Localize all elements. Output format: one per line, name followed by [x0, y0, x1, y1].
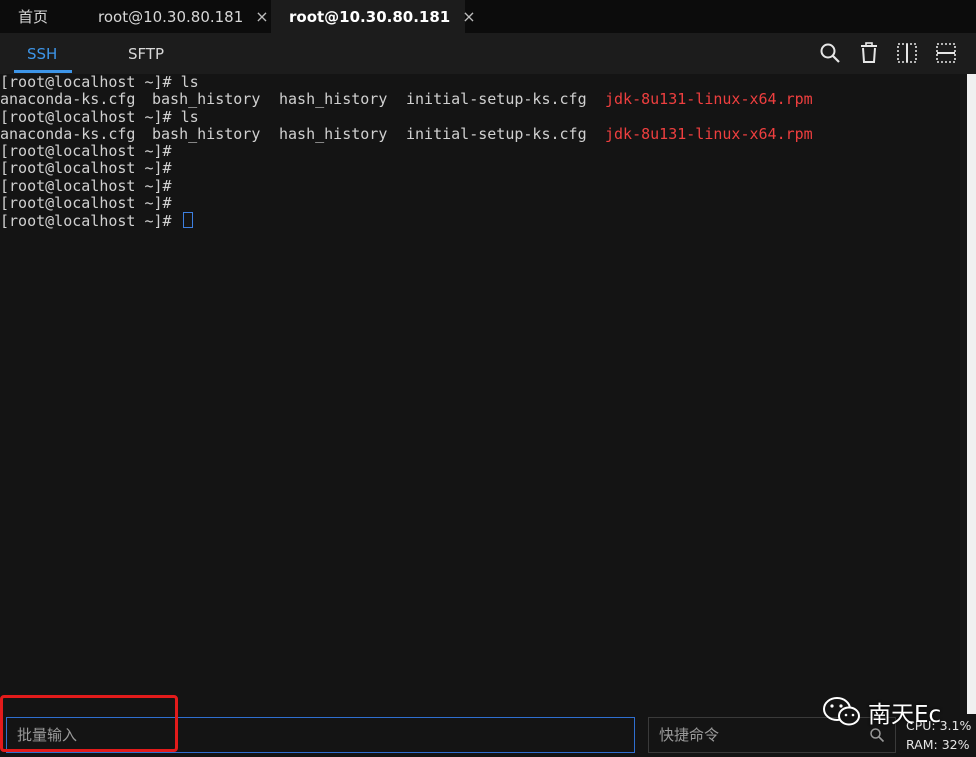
shell-command: ls [180, 107, 199, 126]
file-name: anaconda-ks.cfg [0, 90, 136, 109]
shell-prompt: [root@localhost ~]# [0, 159, 172, 178]
close-icon[interactable]: × [462, 7, 475, 26]
tab-session-1-label: root@10.30.80.181 [98, 7, 244, 26]
terminal-line: [root@localhost ~]# [0, 176, 967, 195]
shell-prompt: [root@localhost ~]# [0, 142, 172, 161]
tab-session-1[interactable]: root@10.30.80.181 × [82, 0, 269, 33]
tab-ssh[interactable]: SSH [27, 45, 57, 63]
ram-usage: RAM: 32% [906, 737, 970, 752]
file-name: jdk-8u131-linux-x64.rpm [605, 90, 813, 109]
split-horizontal-icon[interactable] [934, 41, 958, 65]
terminal-line: [root@localhost ~]# [0, 143, 967, 160]
shell-prompt: [root@localhost ~]# [0, 74, 181, 91]
tab-session-2-label: root@10.30.80.181 [289, 7, 451, 26]
terminal-line: [root@localhost ~]# [0, 160, 967, 177]
search-icon[interactable] [869, 727, 885, 743]
scrollbar[interactable] [967, 74, 976, 714]
trash-icon[interactable] [857, 41, 881, 65]
tab-home[interactable]: 首页 [0, 0, 70, 33]
search-icon[interactable] [818, 41, 842, 65]
active-tab-indicator [14, 70, 72, 73]
tab-home-label: 首页 [18, 8, 49, 26]
shell-prompt: [root@localhost ~]# [0, 212, 181, 231]
terminal-line: anaconda-ks.cfg bash_history hash_history i… [0, 124, 967, 143]
file-name: bash_history [152, 90, 261, 109]
wechat-icon [823, 697, 860, 726]
terminal-cursor [182, 212, 193, 229]
session-toolbar: SSH SFTP [0, 33, 976, 74]
file-name: hash_history [279, 90, 388, 109]
file-name: initial-setup-ks.cfg [406, 124, 587, 143]
watermark: 南天Ec [822, 695, 941, 729]
close-icon[interactable]: × [255, 7, 268, 26]
terminal-line: [root@localhost ~]# ls [0, 107, 967, 126]
file-name: bash_history [152, 124, 261, 143]
file-name: hash_history [279, 124, 388, 143]
shell-command: ls [180, 74, 199, 91]
terminal-line: [root@localhost ~]# ls [0, 74, 967, 91]
file-name: initial-setup-ks.cfg [406, 90, 587, 109]
batch-input-box [6, 717, 635, 753]
tab-session-2-active[interactable]: root@10.30.80.181 × [271, 0, 476, 33]
terminal-line: anaconda-ks.cfg bash_history hash_history i… [0, 90, 967, 109]
batch-input[interactable] [7, 718, 634, 752]
file-name: anaconda-ks.cfg [0, 124, 136, 143]
tab-bar: 首页 root@10.30.80.181 × root@10.30.80.181… [0, 0, 976, 33]
terminal-line: [root@localhost ~]# [0, 212, 967, 231]
file-name: jdk-8u131-linux-x64.rpm [605, 124, 813, 143]
terminal-output[interactable]: [root@localhost ~]# ls anaconda-ks.cfg bas… [0, 74, 967, 714]
split-vertical-icon[interactable] [895, 41, 919, 65]
shell-prompt: [root@localhost ~]# [0, 176, 172, 195]
watermark-text: 南天Ec [868, 702, 942, 728]
shell-prompt: [root@localhost ~]# [0, 107, 181, 126]
tab-sftp[interactable]: SFTP [128, 45, 164, 63]
shell-prompt: [root@localhost ~]# [0, 194, 172, 213]
terminal-line: [root@localhost ~]# [0, 194, 967, 213]
